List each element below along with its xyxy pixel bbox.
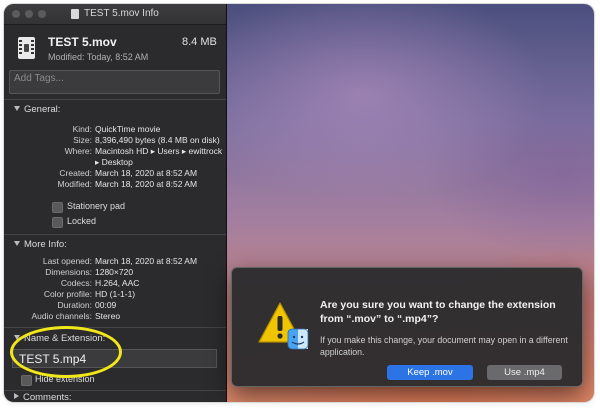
finder-icon: [287, 328, 309, 350]
disclosure-triangle-icon[interactable]: [14, 393, 19, 399]
close-window-button[interactable]: [12, 10, 20, 18]
hide-extension-checkbox[interactable]: [21, 375, 32, 386]
highlight-ellipse: [10, 326, 122, 378]
document-proxy-icon: [71, 9, 79, 19]
file-name: TEST 5.mov: [48, 35, 117, 49]
locked-checkbox[interactable]: [52, 217, 63, 228]
where-value-line1: Macintosh HD ▸ Users ▸ ewittrock: [95, 146, 223, 156]
dimensions-value: 1280×720: [95, 267, 134, 277]
audio-channels-label: Audio channels:: [31, 311, 93, 321]
section-divider: [4, 327, 226, 328]
audio-channels-value: Stereo: [95, 311, 121, 321]
use-mp4-button[interactable]: Use .mp4: [487, 365, 562, 380]
stationery-pad-checkbox[interactable]: [52, 202, 63, 213]
more-info-section-header[interactable]: More Info:: [14, 239, 67, 250]
color-profile-label: Color profile:: [43, 289, 92, 299]
kind-value: QuickTime movie: [95, 124, 161, 134]
zoom-window-button[interactable]: [38, 10, 46, 18]
section-divider: [4, 234, 226, 235]
file-size: 8.4 MB: [182, 36, 217, 48]
alert-title: Are you sure you want to change the exte…: [320, 299, 556, 325]
get-info-window: TEST 5.mov Info TEST 5.mov 8.4 MB Modifi…: [4, 4, 227, 402]
extension-change-alert: Are you sure you want to change the exte…: [231, 267, 583, 387]
dimensions-label: Dimensions:: [45, 267, 92, 277]
disclosure-triangle-icon[interactable]: [14, 106, 20, 111]
duration-label: Duration:: [57, 300, 93, 310]
last-opened-label: Last opened:: [42, 256, 92, 266]
duration-value: 00:09: [95, 300, 117, 310]
section-divider: [4, 99, 226, 100]
where-label: Where:: [64, 146, 92, 156]
locked-label: Locked: [67, 216, 97, 226]
minimize-window-button[interactable]: [25, 10, 33, 18]
window-title: TEST 5.mov Info: [84, 8, 159, 19]
movie-file-icon: [18, 37, 35, 59]
general-header-label: General:: [24, 104, 61, 115]
modified-label: Modified:: [57, 179, 93, 189]
comments-section-header[interactable]: Comments:: [14, 392, 72, 402]
created-value: March 18, 2020 at 8:52 AM: [95, 168, 198, 178]
codecs-value: H.264, AAC: [95, 278, 140, 288]
modified-value: March 18, 2020 at 8:52 AM: [95, 179, 198, 189]
size-label: Size:: [73, 135, 92, 145]
kind-label: Kind:: [72, 124, 92, 134]
stationery-pad-label: Stationery pad: [67, 201, 126, 211]
alert-message: If you make this change, your document m…: [320, 335, 568, 357]
color-profile-value: HD (1-1-1): [95, 289, 136, 299]
codecs-label: Codecs:: [60, 278, 92, 288]
keep-mov-button[interactable]: Keep .mov: [387, 365, 473, 380]
tags-input[interactable]: Add Tags...: [9, 70, 220, 94]
disclosure-triangle-icon[interactable]: [14, 241, 20, 246]
where-value-line2: ▸ Desktop: [95, 157, 133, 167]
more-info-header-label: More Info:: [24, 239, 67, 250]
title-bar: TEST 5.mov Info: [4, 4, 226, 25]
created-label: Created:: [59, 168, 92, 178]
comments-header-label: Comments:: [23, 392, 72, 402]
last-opened-value: March 18, 2020 at 8:52 AM: [95, 256, 198, 266]
screenshot-frame: TEST 5.mov Info TEST 5.mov 8.4 MB Modifi…: [4, 4, 594, 402]
section-divider: [4, 390, 226, 391]
modified-summary: Modified: Today, 8:52 AM: [48, 52, 149, 62]
size-value: 8,396,490 bytes (8.4 MB on disk): [95, 135, 220, 145]
general-section-header[interactable]: General:: [14, 104, 60, 115]
